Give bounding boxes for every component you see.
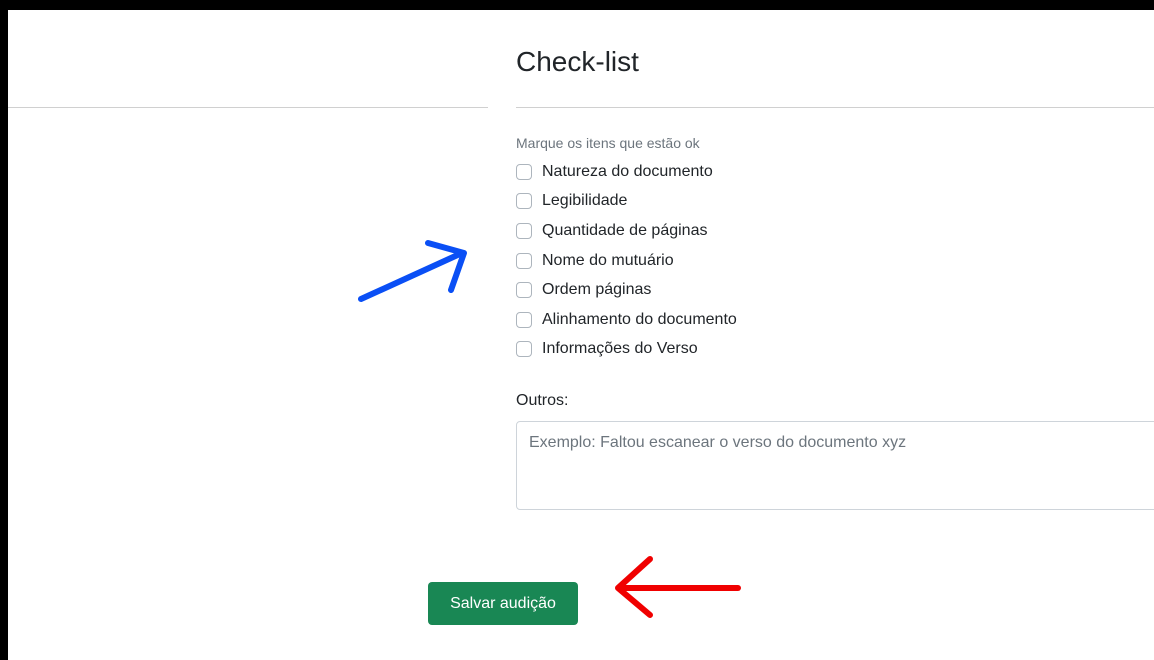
checkbox-legibilidade[interactable] [516,193,532,210]
checkbox-label[interactable]: Ordem páginas [542,281,651,299]
blue-arrow-shaft [358,250,465,302]
screenshot-frame-left [0,0,8,660]
checkbox-label[interactable]: Legibilidade [542,192,627,210]
header-divider-right [516,107,1154,108]
checklist-item: Legibilidade [516,187,737,217]
checkbox-label[interactable]: Nome do mutuário [542,252,674,270]
checkbox-quantidade-paginas[interactable] [516,222,532,239]
checklist-item: Nome do mutuário [516,246,737,276]
checklist-item: Alinhamento do documento [516,305,737,335]
checklist-item: Ordem páginas [516,275,737,305]
checkbox-label[interactable]: Quantidade de páginas [542,222,707,240]
checkbox-label[interactable]: Informações do Verso [542,340,698,358]
save-audit-button[interactable]: Salvar audição [428,582,578,625]
outros-label: Outros: [516,392,569,409]
checkbox-nome-mutuario[interactable] [516,252,532,269]
checklist-hint: Marque os itens que estão ok [516,135,700,151]
checkbox-alinhamento-documento[interactable] [516,311,532,328]
checkbox-informacoes-verso[interactable] [516,341,532,358]
screenshot-frame-top [0,0,1154,10]
checkbox-label[interactable]: Natureza do documento [542,163,713,181]
blue-arrow-head [425,240,467,293]
checkbox-label[interactable]: Alinhamento do documento [542,311,737,329]
outros-textarea[interactable] [516,421,1154,510]
checkbox-natureza-documento[interactable] [516,163,532,180]
checklist-item: Quantidade de páginas [516,216,737,246]
red-arrow-icon [615,556,741,618]
red-arrow-head [615,556,653,618]
blue-arrow-icon [358,240,467,302]
checkbox-ordem-paginas[interactable] [516,282,532,299]
checklist-item: Natureza do documento [516,157,737,187]
checklist: Natureza do documento Legibilidade Quant… [516,157,737,364]
header-divider-left [8,107,488,108]
page-title: Check-list [516,46,639,77]
checklist-item: Informações do Verso [516,335,737,365]
